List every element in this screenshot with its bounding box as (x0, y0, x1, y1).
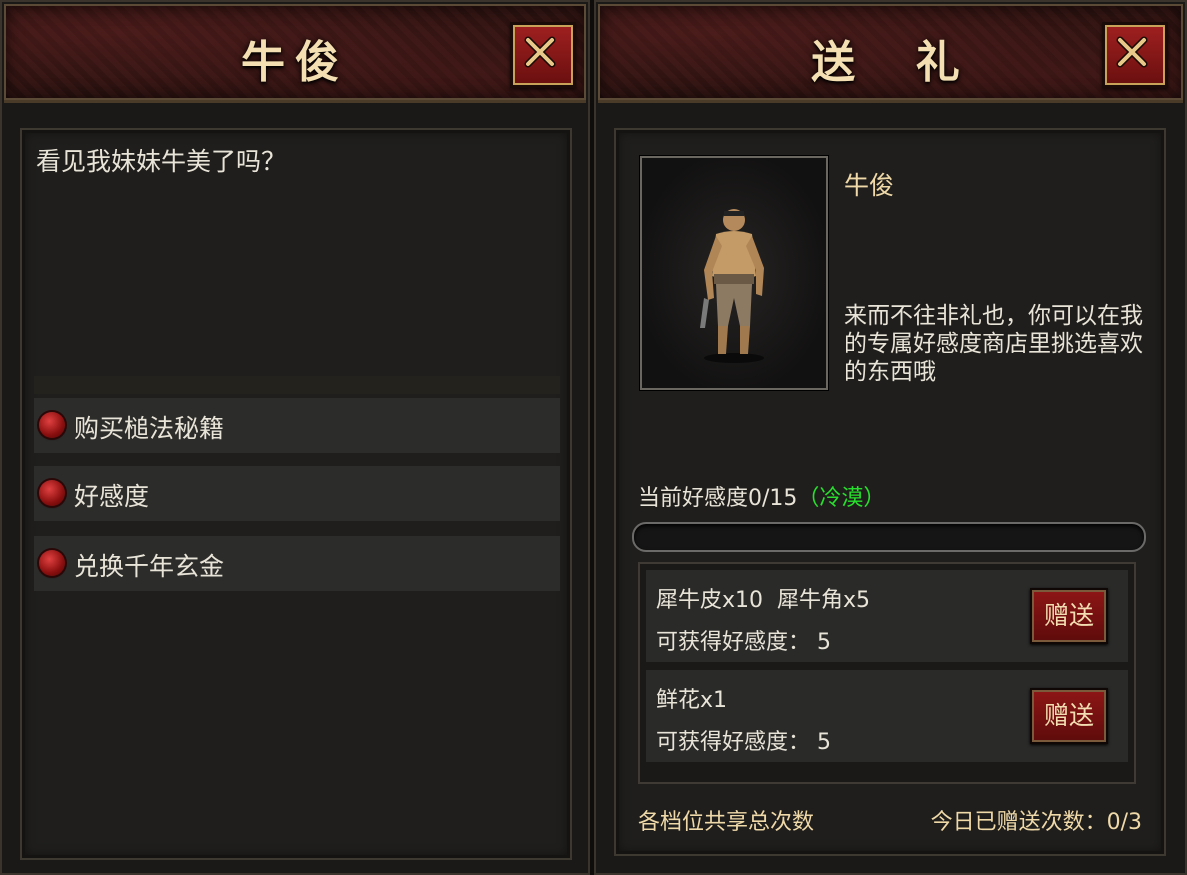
option-buy-hammer-manual[interactable]: 购买槌法秘籍 (34, 398, 560, 453)
gift-favor-gain: 可获得好感度： 5 (656, 730, 831, 755)
gift-npc-description: 来而不往非礼也，你可以在我的专属好感度商店里挑选喜欢的东西哦 (844, 303, 1143, 385)
gift-npc-name: 牛俊 (844, 171, 895, 200)
option-label: 兑换千年玄金 (74, 552, 225, 581)
option-favorability[interactable]: 好感度 (34, 466, 560, 521)
gift-panel-title: 送 礼 (811, 37, 970, 88)
gift-list: 犀牛皮x10 犀牛角x5 可获得好感度： 5 赠送 鲜花x1 可获得好感度： 5… (638, 562, 1136, 784)
npc-dialog-body: 看见我妹妹牛美了吗？ 购买槌法秘籍 好感度 兑换千年玄金 (20, 128, 572, 860)
red-orb-bullet-icon (39, 550, 65, 576)
gift-favor-gain: 可获得好感度： 5 (656, 630, 831, 655)
gift-items: 鲜花x1 (656, 688, 728, 713)
favorability-label: 当前好感度0/15 (638, 486, 798, 511)
npc-portrait (640, 156, 828, 390)
option-label: 购买槌法秘籍 (74, 414, 225, 443)
gift-send-button[interactable]: 赠送 (1030, 688, 1108, 744)
gift-send-button[interactable]: 赠送 (1030, 588, 1108, 644)
npc-dialog-header: 牛俊 (4, 4, 586, 103)
npc-dialog-title: 牛俊 (241, 37, 349, 88)
npc-figure-image (700, 209, 764, 363)
daily-gift-count: 今日已赠送次数：0/3 (930, 810, 1142, 835)
shared-count-note: 各档位共享总次数 (638, 810, 815, 835)
option-exchange-millennium-gold[interactable]: 兑换千年玄金 (34, 536, 560, 591)
gift-panel-header: 送 礼 (598, 4, 1183, 103)
gift-option: 犀牛皮x10 犀牛角x5 可获得好感度： 5 赠送 (646, 570, 1128, 662)
npc-dialog-panel: 牛俊 看见我妹妹牛美了吗？ 购买槌法秘籍 好感度 兑换千年玄金 (0, 0, 590, 875)
options-divider (34, 376, 560, 394)
npc-dialog-text: 看见我妹妹牛美了吗？ (36, 147, 287, 176)
favorability-status: （冷漠） (797, 486, 886, 511)
favorability-line: 当前好感度0/15（冷漠） (638, 480, 885, 512)
gift-items: 犀牛皮x10 犀牛角x5 (656, 588, 871, 613)
option-label: 好感度 (74, 482, 150, 511)
npc-dialog-close-button[interactable] (510, 22, 576, 88)
gift-panel: 送 礼 牛俊 来而不往非礼也，你可以在我的专属好感度商店里挑选喜欢的东西哦 当前… (594, 0, 1187, 875)
red-orb-bullet-icon (39, 412, 65, 438)
close-x-icon (524, 36, 556, 68)
gift-panel-close-button[interactable] (1102, 22, 1168, 88)
gift-panel-body: 牛俊 来而不往非礼也，你可以在我的专属好感度商店里挑选喜欢的东西哦 当前好感度0… (614, 128, 1166, 856)
red-orb-bullet-icon (39, 480, 65, 506)
gift-option: 鲜花x1 可获得好感度： 5 赠送 (646, 670, 1128, 762)
favorability-progress-bar (632, 522, 1146, 552)
close-x-icon (1116, 36, 1148, 68)
